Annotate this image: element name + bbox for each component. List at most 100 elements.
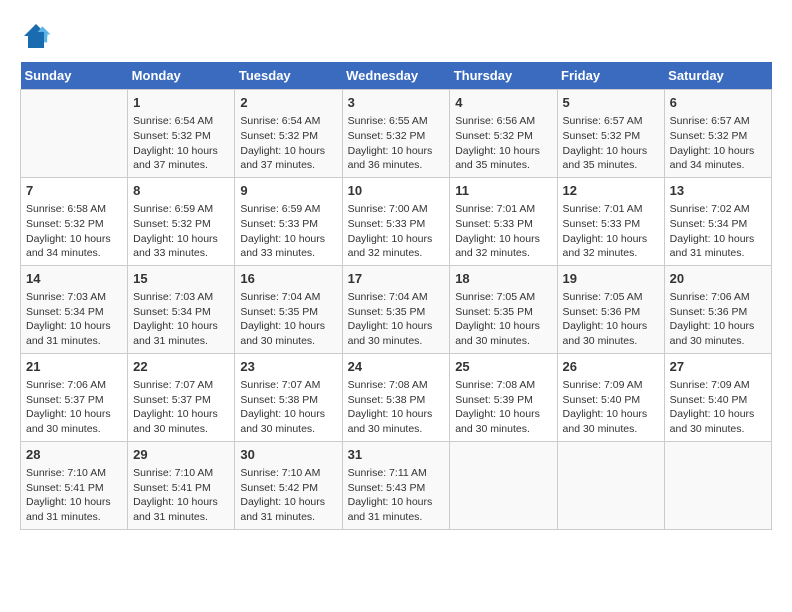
calendar-cell: 9 Sunrise: 6:59 AMSunset: 5:33 PMDaylight… xyxy=(235,177,342,265)
day-number: 26 xyxy=(563,358,659,376)
calendar-cell: 10Sunrise: 7:00 AMSunset: 5:33 PMDayligh… xyxy=(342,177,450,265)
day-number: 3 xyxy=(348,94,445,112)
logo-icon xyxy=(20,20,52,52)
day-number: 5 xyxy=(563,94,659,112)
day-number: 17 xyxy=(348,270,445,288)
calendar-cell: 7 Sunrise: 6:58 AMSunset: 5:32 PMDaylight… xyxy=(21,177,128,265)
day-info: Sunrise: 6:56 AMSunset: 5:32 PMDaylight:… xyxy=(455,114,551,173)
calendar-cell: 5 Sunrise: 6:57 AMSunset: 5:32 PMDaylight… xyxy=(557,90,664,178)
calendar-cell: 20Sunrise: 7:06 AMSunset: 5:36 PMDayligh… xyxy=(664,265,771,353)
day-number: 12 xyxy=(563,182,659,200)
week-row-2: 7 Sunrise: 6:58 AMSunset: 5:32 PMDaylight… xyxy=(21,177,772,265)
calendar-cell: 21Sunrise: 7:06 AMSunset: 5:37 PMDayligh… xyxy=(21,353,128,441)
day-number: 27 xyxy=(670,358,766,376)
day-number: 30 xyxy=(240,446,336,464)
calendar-cell: 17 Sunrise: 7:04 AMSunset: 5:35 PMDayligh… xyxy=(342,265,450,353)
calendar-cell: 29 Sunrise: 7:10 AMSunset: 5:41 PMDayligh… xyxy=(128,441,235,529)
calendar-cell: 19 Sunrise: 7:05 AMSunset: 5:36 PMDayligh… xyxy=(557,265,664,353)
day-number: 8 xyxy=(133,182,229,200)
day-info: Sunrise: 7:09 AMSunset: 5:40 PMDaylight:… xyxy=(563,378,659,437)
day-info: Sunrise: 7:02 AMSunset: 5:34 PMDaylight:… xyxy=(670,202,766,261)
header-day-sunday: Sunday xyxy=(21,62,128,90)
day-number: 28 xyxy=(26,446,122,464)
calendar-cell: 18 Sunrise: 7:05 AMSunset: 5:35 PMDayligh… xyxy=(450,265,557,353)
calendar-cell: 24Sunrise: 7:08 AMSunset: 5:38 PMDayligh… xyxy=(342,353,450,441)
calendar-cell xyxy=(450,441,557,529)
day-number: 9 xyxy=(240,182,336,200)
day-info: Sunrise: 7:03 AMSunset: 5:34 PMDaylight:… xyxy=(133,290,229,349)
calendar-cell: 1Sunrise: 6:54 AMSunset: 5:32 PMDaylight… xyxy=(128,90,235,178)
week-row-3: 14 Sunrise: 7:03 AMSunset: 5:34 PMDayligh… xyxy=(21,265,772,353)
day-number: 7 xyxy=(26,182,122,200)
day-number: 15 xyxy=(133,270,229,288)
calendar-cell: 12 Sunrise: 7:01 AMSunset: 5:33 PMDayligh… xyxy=(557,177,664,265)
calendar-cell: 26 Sunrise: 7:09 AMSunset: 5:40 PMDayligh… xyxy=(557,353,664,441)
day-info: Sunrise: 6:59 AMSunset: 5:33 PMDaylight:… xyxy=(240,202,336,261)
calendar-cell: 30 Sunrise: 7:10 AMSunset: 5:42 PMDayligh… xyxy=(235,441,342,529)
day-info: Sunrise: 7:07 AMSunset: 5:38 PMDaylight:… xyxy=(240,378,336,437)
day-number: 21 xyxy=(26,358,122,376)
day-info: Sunrise: 7:03 AMSunset: 5:34 PMDaylight:… xyxy=(26,290,122,349)
day-info: Sunrise: 7:10 AMSunset: 5:42 PMDaylight:… xyxy=(240,466,336,525)
calendar-cell: 31 Sunrise: 7:11 AMSunset: 5:43 PMDayligh… xyxy=(342,441,450,529)
calendar-cell: 2Sunrise: 6:54 AMSunset: 5:32 PMDaylight… xyxy=(235,90,342,178)
day-number: 19 xyxy=(563,270,659,288)
calendar-cell: 27 Sunrise: 7:09 AMSunset: 5:40 PMDayligh… xyxy=(664,353,771,441)
calendar-cell: 25 Sunrise: 7:08 AMSunset: 5:39 PMDayligh… xyxy=(450,353,557,441)
day-info: Sunrise: 7:01 AMSunset: 5:33 PMDaylight:… xyxy=(455,202,551,261)
day-number: 13 xyxy=(670,182,766,200)
calendar-cell xyxy=(21,90,128,178)
day-number: 22 xyxy=(133,358,229,376)
calendar-cell: 23 Sunrise: 7:07 AMSunset: 5:38 PMDayligh… xyxy=(235,353,342,441)
calendar-cell xyxy=(664,441,771,529)
calendar-cell: 16 Sunrise: 7:04 AMSunset: 5:35 PMDayligh… xyxy=(235,265,342,353)
day-number: 25 xyxy=(455,358,551,376)
day-info: Sunrise: 7:01 AMSunset: 5:33 PMDaylight:… xyxy=(563,202,659,261)
day-info: Sunrise: 6:58 AMSunset: 5:32 PMDaylight:… xyxy=(26,202,122,261)
day-info: Sunrise: 7:08 AMSunset: 5:39 PMDaylight:… xyxy=(455,378,551,437)
header-day-saturday: Saturday xyxy=(664,62,771,90)
day-number: 4 xyxy=(455,94,551,112)
header-day-tuesday: Tuesday xyxy=(235,62,342,90)
day-number: 1 xyxy=(133,94,229,112)
day-info: Sunrise: 6:57 AMSunset: 5:32 PMDaylight:… xyxy=(670,114,766,173)
day-number: 31 xyxy=(348,446,445,464)
calendar-cell: 6 Sunrise: 6:57 AMSunset: 5:32 PMDaylight… xyxy=(664,90,771,178)
calendar-cell: 15 Sunrise: 7:03 AMSunset: 5:34 PMDayligh… xyxy=(128,265,235,353)
day-number: 29 xyxy=(133,446,229,464)
day-number: 16 xyxy=(240,270,336,288)
header-day-friday: Friday xyxy=(557,62,664,90)
day-number: 2 xyxy=(240,94,336,112)
day-number: 14 xyxy=(26,270,122,288)
week-row-4: 21Sunrise: 7:06 AMSunset: 5:37 PMDayligh… xyxy=(21,353,772,441)
header-row: SundayMondayTuesdayWednesdayThursdayFrid… xyxy=(21,62,772,90)
header-day-wednesday: Wednesday xyxy=(342,62,450,90)
day-info: Sunrise: 7:05 AMSunset: 5:35 PMDaylight:… xyxy=(455,290,551,349)
day-number: 23 xyxy=(240,358,336,376)
day-info: Sunrise: 7:04 AMSunset: 5:35 PMDaylight:… xyxy=(348,290,445,349)
day-number: 6 xyxy=(670,94,766,112)
day-info: Sunrise: 7:11 AMSunset: 5:43 PMDaylight:… xyxy=(348,466,445,525)
day-number: 11 xyxy=(455,182,551,200)
calendar-cell xyxy=(557,441,664,529)
day-info: Sunrise: 7:05 AMSunset: 5:36 PMDaylight:… xyxy=(563,290,659,349)
calendar-cell: 3Sunrise: 6:55 AMSunset: 5:32 PMDaylight… xyxy=(342,90,450,178)
day-number: 24 xyxy=(348,358,445,376)
day-info: Sunrise: 7:09 AMSunset: 5:40 PMDaylight:… xyxy=(670,378,766,437)
day-info: Sunrise: 6:59 AMSunset: 5:32 PMDaylight:… xyxy=(133,202,229,261)
day-info: Sunrise: 6:57 AMSunset: 5:32 PMDaylight:… xyxy=(563,114,659,173)
day-info: Sunrise: 7:04 AMSunset: 5:35 PMDaylight:… xyxy=(240,290,336,349)
day-number: 10 xyxy=(348,182,445,200)
calendar-cell: 13 Sunrise: 7:02 AMSunset: 5:34 PMDayligh… xyxy=(664,177,771,265)
page-header xyxy=(20,20,772,52)
week-row-1: 1Sunrise: 6:54 AMSunset: 5:32 PMDaylight… xyxy=(21,90,772,178)
calendar-cell: 11 Sunrise: 7:01 AMSunset: 5:33 PMDayligh… xyxy=(450,177,557,265)
day-number: 18 xyxy=(455,270,551,288)
calendar-cell: 4 Sunrise: 6:56 AMSunset: 5:32 PMDaylight… xyxy=(450,90,557,178)
day-info: Sunrise: 7:10 AMSunset: 5:41 PMDaylight:… xyxy=(26,466,122,525)
day-info: Sunrise: 7:10 AMSunset: 5:41 PMDaylight:… xyxy=(133,466,229,525)
header-day-thursday: Thursday xyxy=(450,62,557,90)
calendar-cell: 8 Sunrise: 6:59 AMSunset: 5:32 PMDaylight… xyxy=(128,177,235,265)
logo xyxy=(20,20,56,52)
calendar-cell: 28 Sunrise: 7:10 AMSunset: 5:41 PMDayligh… xyxy=(21,441,128,529)
